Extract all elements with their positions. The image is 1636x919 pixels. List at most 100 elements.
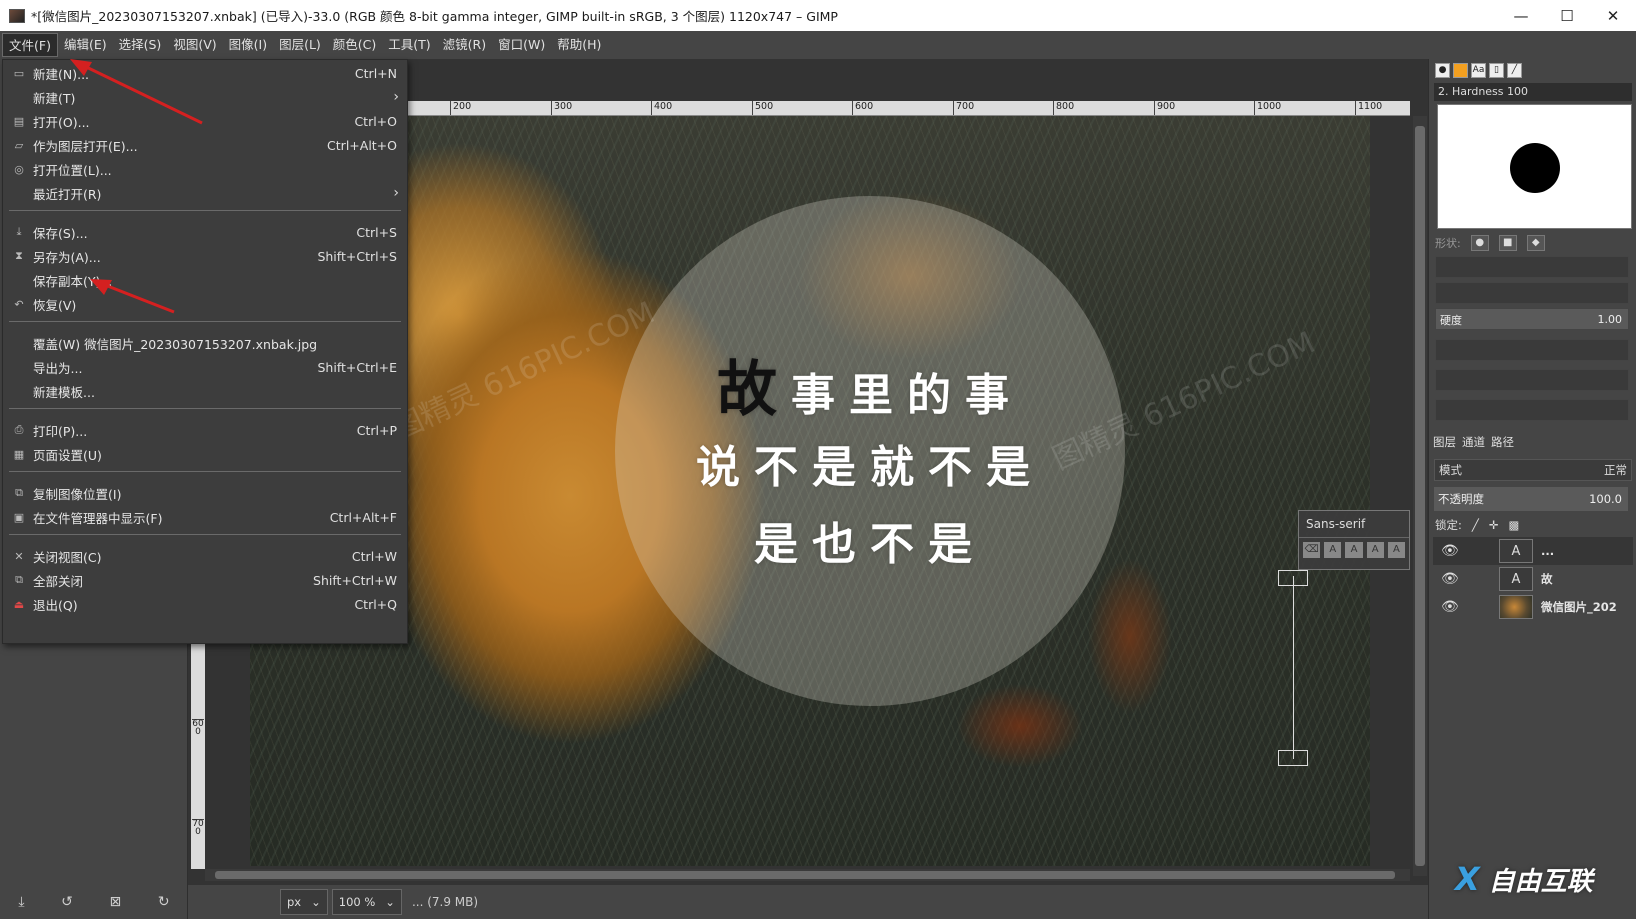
- menu-file[interactable]: 文件(F): [2, 33, 58, 57]
- opacity-label: 不透明度: [1438, 492, 1484, 506]
- ruler-tick: 1000: [1254, 101, 1281, 115]
- menu-item-save[interactable]: ⤓ 保存(S)... Ctrl+S: [3, 220, 407, 244]
- menu-item-open-recent[interactable]: 最近打开(R) ›: [3, 181, 407, 205]
- maximize-button[interactable]: ☐: [1544, 0, 1590, 31]
- menu-item-overwrite[interactable]: 覆盖(W) 微信图片_20230307153207.xnbak.jpg: [3, 331, 407, 355]
- menu-item-print[interactable]: ⎙ 打印(P)... Ctrl+P: [3, 418, 407, 442]
- diamond-shape-icon[interactable]: ◆: [1526, 235, 1545, 251]
- angle-slider[interactable]: [1435, 369, 1629, 391]
- font-name[interactable]: Sans-serif: [1299, 511, 1409, 538]
- ruler-tick: 600: [192, 719, 204, 737]
- lock-pixels-icon[interactable]: ╱: [1472, 518, 1479, 532]
- menu-item-open-location[interactable]: ◎ 打开位置(L)...: [3, 157, 407, 181]
- underline-icon[interactable]: A: [1366, 542, 1384, 558]
- status-bar: px ⌄ 100 % ⌄ ... (7.9 MB): [188, 885, 1428, 919]
- strikethrough-icon[interactable]: A: [1387, 542, 1406, 558]
- mode-value[interactable]: 正常: [1604, 462, 1627, 478]
- tab-channels[interactable]: 通道: [1462, 434, 1485, 450]
- opacity-slider[interactable]: 不透明度 100.0: [1434, 487, 1628, 511]
- paint-dynamics-tab-icon[interactable]: ╱: [1507, 62, 1522, 78]
- spikes-slider[interactable]: [1435, 282, 1629, 304]
- unit-select[interactable]: px ⌄: [280, 889, 328, 915]
- clear-style-icon[interactable]: ⌫: [1303, 542, 1321, 558]
- radius-slider[interactable]: [1435, 256, 1629, 278]
- poem-line-3[interactable]: 是也不是: [615, 508, 1125, 572]
- menu-item-show-in-file-manager[interactable]: ▣ 在文件管理器中显示(F) Ctrl+Alt+F: [3, 505, 407, 529]
- layer-row[interactable]: 👁 A ...: [1433, 537, 1633, 565]
- text-box-handle[interactable]: [1278, 570, 1308, 586]
- brushes-tab-icon[interactable]: ●: [1435, 62, 1450, 78]
- menu-item-create-template[interactable]: 新建模板...: [3, 379, 407, 403]
- menu-item-page-setup[interactable]: ▦ 页面设置(U): [3, 442, 407, 466]
- menu-filters[interactable]: 滤镜(R): [437, 33, 492, 57]
- menu-item-label: 打印(P)...: [33, 423, 88, 439]
- tab-paths[interactable]: 路径: [1491, 434, 1514, 450]
- tab-layers[interactable]: 图层: [1433, 434, 1456, 450]
- menu-select[interactable]: 选择(S): [113, 33, 168, 57]
- image-canvas[interactable]: 图精灵 616PIC.COM 图精灵 616PIC.COM 故事里的事 说不是就…: [250, 116, 1370, 866]
- vertical-scrollbar[interactable]: [1413, 116, 1427, 876]
- lock-alpha-icon[interactable]: ▩: [1508, 518, 1519, 532]
- circle-shape-icon[interactable]: ●: [1470, 235, 1489, 251]
- fonts-tab-icon[interactable]: Aa: [1471, 62, 1486, 78]
- menu-help[interactable]: 帮助(H): [551, 33, 607, 57]
- menu-item-revert[interactable]: ↶ 恢复(V): [3, 292, 407, 316]
- lock-position-icon[interactable]: ✛: [1489, 518, 1499, 532]
- menu-item-new-submenu[interactable]: 新建(T) ›: [3, 85, 407, 109]
- ruler-tick: 800: [1053, 101, 1074, 115]
- menu-tools[interactable]: 工具(T): [382, 33, 436, 57]
- chevron-right-icon: ›: [393, 185, 399, 201]
- layer-row[interactable]: 👁 微信图片_202: [1433, 593, 1633, 621]
- poem-line-1[interactable]: 故事里的事: [615, 341, 1125, 428]
- menu-item-close-all[interactable]: ⧉ 全部关闭 Shift+Ctrl+W: [3, 568, 407, 592]
- unit-value: px: [287, 895, 302, 909]
- brush-preview[interactable]: [1437, 104, 1632, 229]
- scroll-thumb[interactable]: [215, 871, 1395, 879]
- layer-mode-row[interactable]: 模式 正常: [1434, 459, 1632, 481]
- close-button[interactable]: ✕: [1590, 0, 1636, 31]
- document-tab-icon[interactable]: ▯: [1489, 62, 1504, 78]
- visibility-eye-icon[interactable]: 👁: [1441, 599, 1461, 615]
- square-shape-icon[interactable]: ■: [1498, 235, 1517, 251]
- page-setup-icon: ▦: [13, 447, 25, 461]
- menu-item-export-as[interactable]: 导出为... Shift+Ctrl+E: [3, 355, 407, 379]
- poem-line-2[interactable]: 说不是就不是: [615, 431, 1125, 495]
- menu-layer[interactable]: 图层(L): [273, 33, 327, 57]
- menu-item-new[interactable]: ▭ 新建(N)... Ctrl+N: [3, 61, 407, 85]
- menu-item-close-view[interactable]: ✕ 关闭视图(C) Ctrl+W: [3, 544, 407, 568]
- menu-view[interactable]: 视图(V): [167, 33, 222, 57]
- text-box-frame[interactable]: [1293, 576, 1294, 759]
- delete-icon[interactable]: ⊠: [110, 894, 122, 910]
- menu-item-shortcut: Ctrl+O: [354, 113, 397, 129]
- menu-windows[interactable]: 窗口(W): [492, 33, 551, 57]
- menu-item-open[interactable]: ▤ 打开(O)... Ctrl+O: [3, 109, 407, 133]
- spacing-slider[interactable]: [1435, 399, 1629, 421]
- horizontal-scrollbar[interactable]: [205, 869, 1410, 881]
- hardness-slider[interactable]: 硬度 1.00: [1435, 308, 1629, 330]
- menu-item-label: 打开位置(L)...: [33, 162, 112, 178]
- restore-icon[interactable]: ↺: [61, 894, 73, 910]
- menu-separator: [9, 210, 401, 211]
- text-box-handle[interactable]: [1278, 750, 1308, 766]
- mode-label: 模式: [1439, 463, 1462, 477]
- aspect-ratio-slider[interactable]: [1435, 339, 1629, 361]
- menu-item-save-copy[interactable]: 保存副本(Y)...: [3, 268, 407, 292]
- scroll-thumb[interactable]: [1415, 126, 1425, 866]
- bold-icon[interactable]: A: [1324, 542, 1342, 558]
- menu-item-save-as[interactable]: ⧗ 另存为(A)... Shift+Ctrl+S: [3, 244, 407, 268]
- menu-image[interactable]: 图像(I): [223, 33, 273, 57]
- layer-row[interactable]: 👁 A 故: [1433, 565, 1633, 593]
- save-options-icon[interactable]: ⤓: [18, 894, 24, 910]
- visibility-eye-icon[interactable]: 👁: [1441, 571, 1461, 587]
- menu-item-quit[interactable]: ⏏ 退出(Q) Ctrl+Q: [3, 592, 407, 616]
- minimize-button[interactable]: —: [1498, 0, 1544, 31]
- menu-colors[interactable]: 颜色(C): [327, 33, 382, 57]
- menu-item-copy-location[interactable]: ⧉ 复制图像位置(I): [3, 481, 407, 505]
- reset-icon[interactable]: ↻: [158, 894, 170, 910]
- menu-edit[interactable]: 编辑(E): [58, 33, 113, 57]
- patterns-tab-icon[interactable]: [1453, 62, 1468, 78]
- italic-icon[interactable]: A: [1345, 542, 1363, 558]
- visibility-eye-icon[interactable]: 👁: [1441, 543, 1461, 559]
- menu-item-open-as-layers[interactable]: ▱ 作为图层打开(E)... Ctrl+Alt+O: [3, 133, 407, 157]
- zoom-select[interactable]: 100 % ⌄: [331, 889, 402, 915]
